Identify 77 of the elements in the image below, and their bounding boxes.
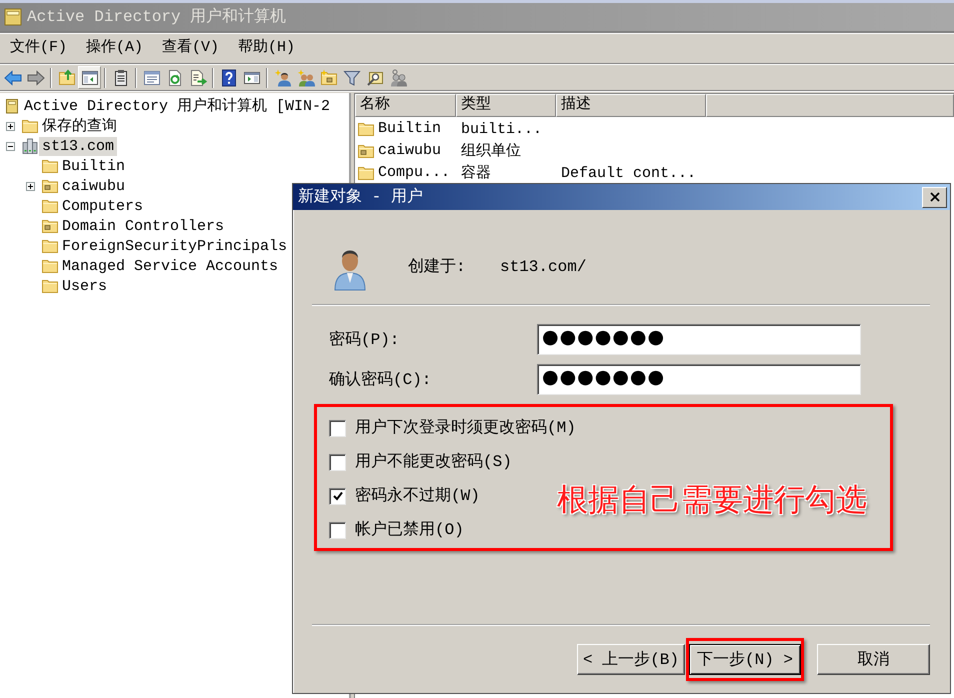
console-tree-button[interactable]	[78, 66, 101, 89]
column-header[interactable]: 名称	[355, 94, 456, 117]
left-arrow-icon	[4, 68, 22, 86]
tree-item[interactable]: Active Directory 用户和计算机 [WIN-2	[21, 96, 334, 116]
server-towers-icon	[22, 138, 38, 154]
folder-up-arrow-icon	[58, 68, 76, 86]
document-arrow-icon	[188, 68, 206, 86]
tree-item[interactable]: Builtin	[59, 156, 128, 176]
users-sparkle-icon	[296, 68, 314, 86]
folder-emblem-icon	[42, 220, 58, 232]
expand-icon[interactable]	[6, 122, 15, 130]
console-book-icon	[4, 98, 20, 114]
right-arrow-icon	[26, 68, 44, 86]
folder-emblem-icon	[42, 180, 58, 192]
dialog-title: 新建对象 - 用户	[298, 186, 423, 208]
menu-item[interactable]: 文件(F)	[10, 38, 68, 58]
column-header[interactable]: 描述	[556, 94, 706, 117]
checkbox[interactable]	[329, 522, 346, 538]
folder-icon	[42, 240, 58, 252]
tree-item[interactable]: ForeignSecurityPrincipals	[59, 236, 290, 256]
annotation-text: 根据自己需要进行勾选	[557, 482, 868, 518]
user-sparkle-icon	[274, 68, 292, 86]
password-field[interactable]: ●●●●●●●	[537, 364, 861, 395]
folder-icon	[358, 166, 374, 180]
tree-item[interactable]: st13.com	[39, 136, 118, 156]
users-icon	[388, 68, 406, 86]
menu-item[interactable]: 查看(V)	[162, 38, 220, 58]
folder-icon	[22, 120, 38, 132]
cancel-button[interactable]: 取消	[817, 644, 930, 675]
table-cell[interactable]: Compu...	[378, 162, 450, 184]
next-button[interactable]: 下一步(N) >	[689, 644, 801, 675]
folder-icon	[42, 200, 58, 212]
menu-item[interactable]: 操作(A)	[86, 38, 144, 58]
checkbox[interactable]	[329, 420, 346, 436]
created-in-value: st13.com/	[500, 257, 586, 278]
field-label: 密码(P):	[328, 330, 400, 350]
created-in-label: 创建于:	[408, 256, 467, 278]
tree-item[interactable]: 保存的查询	[39, 116, 120, 136]
folder-icon	[42, 280, 58, 292]
folder-emblem-icon	[358, 144, 374, 158]
table-cell[interactable]: Builtin	[378, 118, 442, 140]
field-label: 确认密码(C):	[328, 370, 432, 390]
checkbox-label[interactable]: 用户下次登录时须更改密码(M)	[355, 416, 576, 440]
previous-button[interactable]: < 上一步(B)	[577, 644, 685, 675]
app-icon	[4, 8, 22, 26]
folder-icon	[42, 160, 58, 172]
checkbox-label[interactable]: 用户不能更改密码(S)	[355, 450, 512, 474]
tree-item[interactable]: caiwubu	[59, 176, 128, 196]
close-icon	[930, 192, 940, 202]
folder-icon	[42, 260, 58, 272]
checkbox-label[interactable]: 帐户已禁用(O)	[355, 518, 464, 542]
help-icon	[220, 68, 238, 86]
column-header[interactable]: 类型	[456, 94, 556, 117]
tree-item[interactable]: Computers	[59, 196, 146, 216]
menu-item[interactable]: 帮助(H)	[238, 38, 296, 58]
document-window-icon	[142, 68, 160, 86]
table-cell: builti...	[461, 120, 542, 138]
window-title: Active Directory 用户和计算机	[27, 6, 286, 28]
tree-item[interactable]: Domain Controllers	[59, 216, 228, 236]
collapse-icon[interactable]	[6, 142, 15, 150]
tree-item[interactable]: Managed Service Accounts	[59, 256, 282, 276]
table-cell: 组织单位	[461, 142, 521, 160]
checkbox[interactable]	[329, 488, 346, 504]
table-cell: Default cont...	[561, 164, 696, 182]
password-field[interactable]: ●●●●●●●	[537, 324, 861, 355]
folder-icon	[358, 122, 374, 136]
window-panes-icon	[80, 68, 98, 86]
close-button[interactable]	[922, 186, 947, 208]
expand-icon[interactable]	[26, 182, 35, 190]
checkbox-label[interactable]: 密码永不过期(W)	[355, 484, 480, 508]
table-cell[interactable]: caiwubu	[378, 140, 442, 162]
checkbox[interactable]	[329, 454, 346, 470]
table-cell: 容器	[461, 164, 491, 182]
tree-item[interactable]: Users	[59, 276, 110, 296]
check-icon	[332, 491, 342, 501]
folder-sparkle-icon	[320, 68, 338, 86]
filter-icon	[342, 68, 360, 86]
